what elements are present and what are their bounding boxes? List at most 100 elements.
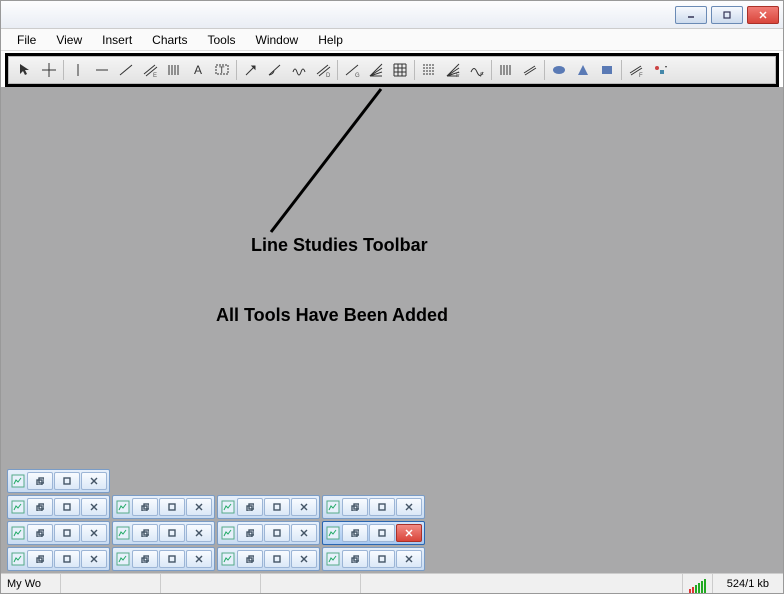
tool-fibo-expansion[interactable]: F [465, 58, 489, 82]
menu-file[interactable]: File [7, 30, 46, 50]
tool-andrews-pitchfork[interactable]: F [624, 58, 648, 82]
mdi-restore-button[interactable] [342, 498, 368, 516]
mdi-maximize-button[interactable] [54, 472, 80, 490]
mdi-minimized-window[interactable] [112, 495, 215, 519]
mdi-restore-button[interactable] [342, 550, 368, 568]
tool-equidistant-channel[interactable]: E [138, 58, 162, 82]
mdi-minimized-area [7, 467, 425, 571]
tool-text-label[interactable]: A [186, 58, 210, 82]
mdi-minimized-window[interactable] [7, 521, 110, 545]
mdi-close-button[interactable] [81, 498, 107, 516]
mdi-minimized-window[interactable] [217, 495, 320, 519]
tool-cursor[interactable] [13, 58, 37, 82]
mdi-restore-button[interactable] [237, 550, 263, 568]
tool-trendline-by-angle[interactable] [263, 58, 287, 82]
annotation-text-title: Line Studies Toolbar [251, 235, 428, 256]
maximize-button[interactable] [711, 6, 743, 24]
mdi-restore-button[interactable] [342, 524, 368, 542]
tool-cycle-lines[interactable] [287, 58, 311, 82]
tool-vertical-line[interactable] [66, 58, 90, 82]
chart-window-icon [10, 525, 26, 541]
chart-window-icon [10, 473, 26, 489]
chart-window-icon [325, 551, 341, 567]
tool-rectangle[interactable] [595, 58, 619, 82]
mdi-maximize-button[interactable] [54, 550, 80, 568]
mdi-maximize-button[interactable] [159, 498, 185, 516]
tool-ellipse[interactable] [547, 58, 571, 82]
mdi-restore-button[interactable] [132, 524, 158, 542]
mdi-maximize-button[interactable] [159, 550, 185, 568]
mdi-maximize-button[interactable] [54, 524, 80, 542]
tool-fibo-group-1[interactable] [417, 58, 441, 82]
tool-regression-channel[interactable] [494, 58, 518, 82]
tool-linear-regression[interactable] [162, 58, 186, 82]
mdi-close-button[interactable] [186, 498, 212, 516]
tool-horizontal-line[interactable] [90, 58, 114, 82]
menu-window[interactable]: Window [246, 30, 309, 50]
mdi-restore-button[interactable] [27, 524, 53, 542]
svg-text:T: T [219, 65, 225, 75]
menu-view[interactable]: View [46, 30, 92, 50]
mdi-maximize-button[interactable] [369, 550, 395, 568]
tool-shapes-dropdown[interactable] [648, 58, 672, 82]
mdi-maximize-button[interactable] [264, 550, 290, 568]
tool-stddev-channel[interactable] [518, 58, 542, 82]
tool-arrow[interactable] [239, 58, 263, 82]
mdi-maximize-button[interactable] [369, 524, 395, 542]
mdi-minimized-window[interactable] [112, 521, 215, 545]
minimize-button[interactable] [675, 6, 707, 24]
mdi-minimized-window[interactable] [217, 547, 320, 571]
menu-charts[interactable]: Charts [142, 30, 197, 50]
mdi-restore-button[interactable] [237, 498, 263, 516]
line-studies-toolbar: EATDGFFF [8, 56, 776, 84]
window-close-button[interactable] [747, 6, 779, 24]
mdi-restore-button[interactable] [132, 550, 158, 568]
mdi-maximize-button[interactable] [54, 498, 80, 516]
menu-insert[interactable]: Insert [92, 30, 142, 50]
mdi-maximize-button[interactable] [264, 524, 290, 542]
mdi-restore-button[interactable] [27, 550, 53, 568]
mdi-minimized-window[interactable] [322, 495, 425, 519]
mdi-minimized-window[interactable] [7, 547, 110, 571]
tool-gann-grid[interactable] [388, 58, 412, 82]
mdi-close-button[interactable] [186, 524, 212, 542]
tool-fibonacci-channel[interactable]: D [311, 58, 335, 82]
mdi-close-button[interactable] [81, 472, 107, 490]
mdi-close-button[interactable] [291, 550, 317, 568]
chart-window-icon [115, 551, 131, 567]
mdi-restore-button[interactable] [27, 498, 53, 516]
mdi-restore-button[interactable] [237, 524, 263, 542]
tool-crosshair[interactable] [37, 58, 61, 82]
mdi-minimized-window[interactable] [322, 521, 425, 545]
tool-fibo-fan[interactable]: F [441, 58, 465, 82]
tool-trendline[interactable] [114, 58, 138, 82]
mdi-minimized-window[interactable] [7, 495, 110, 519]
mdi-close-button[interactable] [291, 498, 317, 516]
svg-text:A: A [194, 63, 202, 77]
mdi-close-button[interactable] [396, 524, 422, 542]
tool-gann-line[interactable]: G [340, 58, 364, 82]
mdi-close-button[interactable] [291, 524, 317, 542]
menu-tools[interactable]: Tools [198, 30, 246, 50]
connection-signal-icon [683, 574, 713, 593]
mdi-close-button[interactable] [186, 550, 212, 568]
titlebar [1, 1, 783, 29]
mdi-close-button[interactable] [396, 498, 422, 516]
tool-text-annotation[interactable]: T [210, 58, 234, 82]
mdi-maximize-button[interactable] [159, 524, 185, 542]
mdi-maximize-button[interactable] [264, 498, 290, 516]
mdi-restore-button[interactable] [27, 472, 53, 490]
tool-gann-fan[interactable] [364, 58, 388, 82]
mdi-restore-button[interactable] [132, 498, 158, 516]
status-cell [61, 574, 161, 593]
mdi-minimized-window[interactable] [217, 521, 320, 545]
mdi-close-button[interactable] [81, 524, 107, 542]
menu-help[interactable]: Help [308, 30, 353, 50]
mdi-minimized-window[interactable] [7, 469, 110, 493]
tool-triangle[interactable] [571, 58, 595, 82]
mdi-close-button[interactable] [396, 550, 422, 568]
mdi-close-button[interactable] [81, 550, 107, 568]
mdi-maximize-button[interactable] [369, 498, 395, 516]
mdi-minimized-window[interactable] [112, 547, 215, 571]
mdi-minimized-window[interactable] [322, 547, 425, 571]
